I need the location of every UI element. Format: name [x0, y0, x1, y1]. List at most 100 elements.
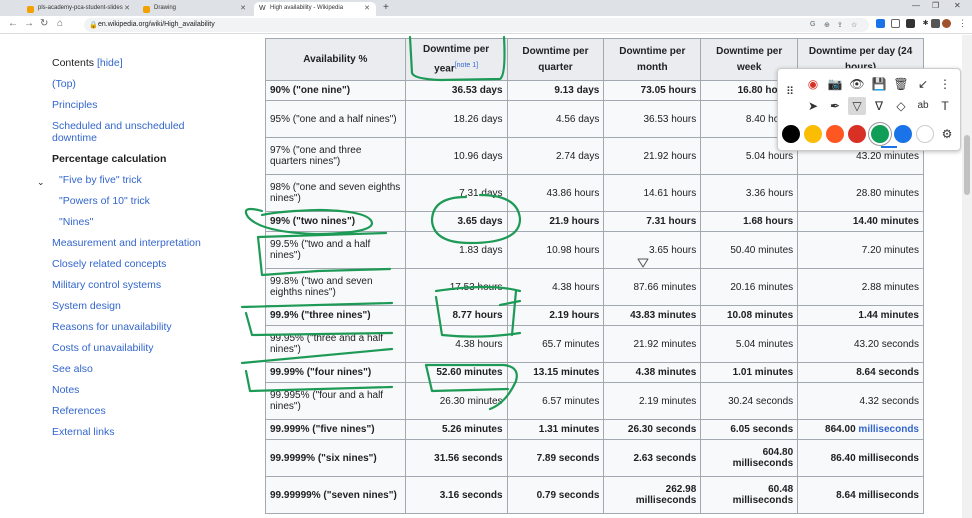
toc-item-five-by-five[interactable]: "Five by five" trick: [59, 174, 142, 187]
table-row: 99.5% ("two and a half nines") 1.83 days 1…: [265, 231, 924, 269]
toc-item-top[interactable]: (Top): [52, 78, 76, 91]
close-tab-icon[interactable]: ✕: [364, 4, 370, 12]
downtime-cell: 10.96 days: [404, 137, 508, 175]
tab-title: High availability - Wikipedia: [270, 5, 344, 11]
google-icon[interactable]: G: [810, 21, 815, 28]
downtime-cell: 43.86 hours: [506, 174, 605, 212]
toc-item-percentage[interactable]: Percentage calculation: [52, 153, 166, 166]
toc-item-see-also[interactable]: See also: [52, 363, 93, 376]
extension-2-icon[interactable]: [891, 19, 900, 28]
text-style-icon[interactable]: ab: [914, 97, 932, 115]
toc-item-reasons[interactable]: Reasons for unavailability: [52, 321, 172, 334]
forward-icon[interactable]: →: [24, 18, 34, 29]
availability-cell: 99.995% ("four and a half nines"): [265, 382, 406, 420]
settings-gear-icon[interactable]: ⚙: [938, 125, 956, 143]
wikipedia-favicon-icon: W: [259, 5, 266, 12]
toc-item-scheduled-cont[interactable]: downtime: [52, 132, 97, 145]
save-icon[interactable]: 💾: [870, 75, 888, 93]
downtime-cell: 4.38 minutes: [603, 362, 702, 383]
availability-cell: 95% ("one and a half nines"): [265, 100, 406, 138]
toc-title: Contents [hide]: [52, 57, 123, 69]
color-white-swatch[interactable]: [916, 125, 934, 143]
reload-icon[interactable]: ↻: [40, 18, 48, 29]
close-tab-icon[interactable]: ✕: [240, 4, 246, 12]
downtime-cell: 26.30 minutes: [404, 382, 508, 420]
tab-wikipedia[interactable]: W High availability - Wikipedia ✕: [254, 2, 376, 16]
color-black-swatch[interactable]: [782, 125, 800, 143]
toc-item-system-design[interactable]: System design: [52, 300, 121, 313]
color-green-swatch[interactable]: [871, 125, 889, 143]
downtime-cell: 8.64 milliseconds: [797, 476, 924, 514]
extension-1-icon[interactable]: [876, 19, 885, 28]
downtime-cell: 1.01 minutes: [700, 362, 799, 383]
toc-item-measurement[interactable]: Measurement and interpretation: [52, 237, 201, 250]
downtime-cell: 3.36 hours: [700, 174, 799, 212]
trash-icon[interactable]: 🗑: [892, 75, 910, 93]
milliseconds-link[interactable]: milliseconds: [858, 424, 919, 435]
avatar[interactable]: [942, 19, 951, 28]
zoom-icon[interactable]: ⊕: [824, 21, 830, 29]
toc-item-external-links[interactable]: External links: [52, 426, 114, 439]
downtime-cell: 262.98 milliseconds: [603, 476, 702, 514]
maximize-icon[interactable]: ❐: [932, 1, 939, 10]
text-icon[interactable]: T: [936, 97, 954, 115]
home-icon[interactable]: ⌂: [57, 18, 63, 29]
bookmark-star-icon[interactable]: ☆: [851, 21, 857, 29]
tab-slides[interactable]: pls-academy-pca-student-slides ✕: [22, 2, 136, 16]
toc-item-nines[interactable]: "Nines": [59, 216, 93, 229]
availability-cell: 97% ("one and three quarters nines"): [265, 137, 406, 175]
back-icon[interactable]: ←: [8, 18, 18, 29]
extensions-puzzle-icon[interactable]: ✱: [921, 19, 930, 28]
toc-item-related[interactable]: Closely related concepts: [52, 258, 166, 271]
header-month: Downtime per month: [603, 38, 702, 81]
close-window-icon[interactable]: ✕: [954, 1, 961, 10]
downtime-cell: 9.13 days: [506, 80, 605, 101]
record-icon[interactable]: ◉: [804, 75, 822, 93]
availability-cell: 99.95% ("three and a half nines"): [265, 325, 406, 363]
minimize-icon[interactable]: —: [912, 1, 920, 10]
color-yellow-swatch[interactable]: [804, 125, 822, 143]
eye-icon[interactable]: 👁: [848, 75, 866, 93]
chevron-down-icon[interactable]: ⌄: [37, 177, 45, 188]
share-icon[interactable]: ⇪: [837, 21, 843, 29]
drag-handle-icon[interactable]: ⠿: [786, 85, 794, 98]
drawing-favicon-icon: [143, 6, 150, 13]
downtime-cell: 43.20 seconds: [797, 325, 924, 363]
toc-item-notes[interactable]: Notes: [52, 384, 79, 397]
eraser-icon[interactable]: ◇: [892, 97, 910, 115]
toc-hide-link[interactable]: [hide]: [97, 57, 123, 69]
downtime-cell: 5.04 minutes: [700, 325, 799, 363]
color-red-swatch[interactable]: [848, 125, 866, 143]
collapse-icon[interactable]: ↙: [914, 75, 932, 93]
more-icon[interactable]: ⋮: [936, 75, 954, 93]
color-orange-swatch[interactable]: [826, 125, 844, 143]
toc-item-powers-of-10[interactable]: "Powers of 10" trick: [59, 195, 150, 208]
camera-icon[interactable]: 📷: [826, 75, 844, 93]
availability-cell: 99% ("two nines"): [265, 211, 406, 232]
color-blue-swatch[interactable]: [894, 125, 912, 143]
scrollbar[interactable]: [962, 35, 972, 518]
pointer-icon[interactable]: ➤: [804, 97, 822, 115]
extension-3-icon[interactable]: [906, 19, 915, 28]
toc-item-costs[interactable]: Costs of unavailability: [52, 342, 154, 355]
availability-cell: 99.9% ("three nines"): [265, 305, 406, 326]
toc-item-military[interactable]: Military control systems: [52, 279, 161, 292]
downtime-cell: 3.65 hours: [603, 231, 702, 269]
new-tab-button[interactable]: +: [383, 2, 389, 13]
close-tab-icon[interactable]: ✕: [124, 4, 130, 12]
downtime-cell: 21.92 hours: [603, 137, 702, 175]
scrollbar-thumb[interactable]: [964, 135, 970, 195]
downtime-cell: 7.31 hours: [603, 211, 702, 232]
highlighter-icon[interactable]: ▽: [848, 97, 866, 115]
availability-cell: 99.9999% ("six nines"): [265, 439, 406, 477]
downtime-cell: 60.48 milliseconds: [700, 476, 799, 514]
sidepanel-icon[interactable]: [931, 19, 940, 28]
menu-icon[interactable]: ⋮: [958, 18, 967, 29]
pen-icon[interactable]: ∇: [870, 97, 888, 115]
note-link[interactable]: [note 1]: [455, 62, 478, 69]
toc-item-references[interactable]: References: [52, 405, 106, 418]
tab-drawing[interactable]: Drawing ✕: [138, 2, 252, 16]
address-bar[interactable]: 🔒 en.wikipedia.org/wiki/High_availabilit…: [84, 18, 869, 32]
marker-icon[interactable]: ✒: [826, 97, 844, 115]
toc-item-principles[interactable]: Principles: [52, 99, 98, 112]
